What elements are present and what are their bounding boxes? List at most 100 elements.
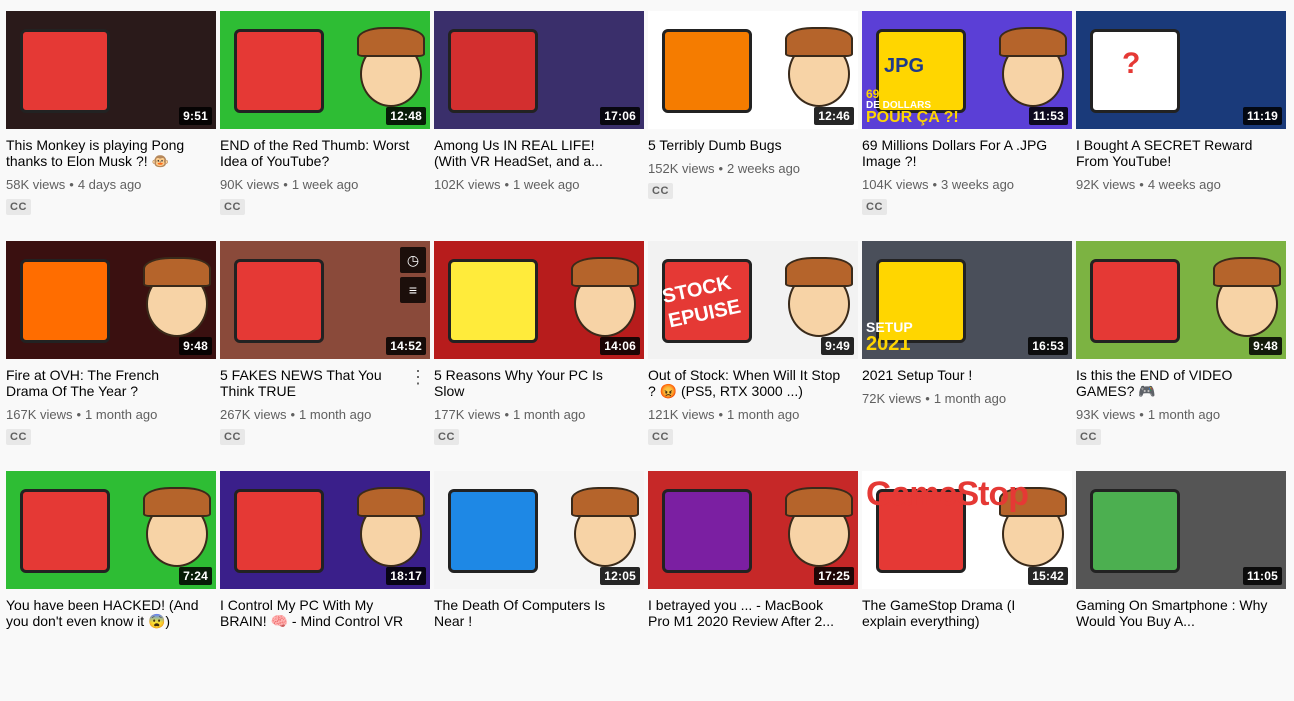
cartoon-hair (143, 257, 211, 287)
video-card[interactable]: 9:51 This Monkey is playing Pong thanks … (6, 11, 216, 241)
video-meta: 102K views • 1 week ago (434, 177, 644, 193)
view-count: 72K views (862, 391, 922, 406)
meta-separator: • (504, 177, 510, 192)
meta-separator: • (718, 161, 724, 176)
duration-badge: 11:19 (1242, 107, 1282, 125)
video-thumbnail[interactable]: 18:17 (220, 471, 430, 589)
upload-age: 4 days ago (77, 177, 142, 192)
duration-badge: 11:53 (1028, 107, 1068, 125)
meta-separator: • (283, 177, 288, 192)
video-thumbnail[interactable]: 12:05 (434, 471, 644, 589)
meta-separator: • (504, 407, 510, 422)
cartoon-hair (999, 27, 1067, 57)
video-card[interactable]: STOCK EPUISE 9:49 Out of Stock: When Will… (648, 241, 858, 471)
thumbnail-graphic (448, 259, 538, 343)
video-thumbnail[interactable]: 12:46 (648, 11, 858, 129)
video-card[interactable]: ? 11:19 I Bought A SECRET Reward From Yo… (1076, 11, 1286, 241)
upload-age: 1 month ago (299, 407, 372, 422)
video-thumbnail[interactable]: 7:24 (6, 471, 216, 589)
thumbnail-graphic (234, 489, 324, 573)
video-thumbnail[interactable]: JPG 69 MILLIONS DE DOLLARS POUR ÇA ?! 11:53 (862, 11, 1072, 129)
video-thumbnail[interactable]: 9:51 (6, 11, 216, 129)
video-title[interactable]: 2021 Setup Tour ! (862, 367, 1072, 383)
cc-badge: CC (648, 183, 673, 199)
more-actions-kebab-icon[interactable]: ⋮ (408, 365, 428, 389)
video-meta: 93K views • 1 month ago (1076, 407, 1286, 423)
cc-badge: CC (862, 199, 887, 215)
video-thumbnail[interactable]: 9:48 (6, 241, 216, 359)
video-card[interactable]: SETUP 2021 16:53 2021 Setup Tour ! 72K vi… (862, 241, 1072, 471)
video-thumbnail[interactable]: 12:48 (220, 11, 430, 129)
thumbnail-graphic (662, 489, 752, 573)
video-thumbnail[interactable]: ? 11:19 (1076, 11, 1286, 129)
cc-badge: CC (220, 429, 245, 445)
video-title[interactable]: Out of Stock: When Will It Stop ? 😡 (PS5… (648, 367, 858, 399)
video-card[interactable]: 9:48 Is this the END of VIDEO GAMES? 🎮 9… (1076, 241, 1286, 471)
video-card[interactable]: JPG 69 MILLIONS DE DOLLARS POUR ÇA ?! 11:53… (862, 11, 1072, 241)
add-to-queue-icon[interactable]: ≡ (400, 277, 426, 303)
video-meta: 58K views • 4 days ago (6, 177, 216, 193)
video-title[interactable]: Is this the END of VIDEO GAMES? 🎮 (1076, 367, 1286, 399)
duration-badge: 14:06 (600, 337, 640, 355)
video-title[interactable]: Gaming On Smartphone : Why Would You Buy… (1076, 597, 1286, 629)
duration-badge: 17:25 (814, 567, 854, 585)
thumbnail-graphic (662, 29, 752, 113)
video-card[interactable]: 17:25 I betrayed you ... - MacBook Pro M… (648, 471, 858, 701)
video-card[interactable]: 14:06 5 Reasons Why Your PC Is Slow 177K… (434, 241, 644, 471)
video-card[interactable]: 12:46 5 Terribly Dumb Bugs 152K views • 2 … (648, 11, 858, 241)
thumbnail-overlay-text: 2021 (866, 333, 911, 355)
video-card[interactable]: 7:24 You have been HACKED! (And you don'… (6, 471, 216, 701)
video-title[interactable]: END of the Red Thumb: Worst Idea of YouT… (220, 137, 430, 169)
view-count: 58K views (6, 177, 66, 192)
upload-age: 1 month ago (727, 407, 800, 422)
video-title[interactable]: Among Us IN REAL LIFE! (With VR HeadSet,… (434, 137, 644, 169)
duration-badge: 16:53 (1028, 337, 1068, 355)
video-card[interactable]: GameStop 15:42 The GameStop Drama (I exp… (862, 471, 1072, 701)
thumbnail-graphic (20, 259, 110, 343)
video-meta: 92K views • 4 weeks ago (1076, 177, 1286, 193)
video-card[interactable]: 9:48 Fire at OVH: The French Drama Of Th… (6, 241, 216, 471)
video-grid: 9:51 This Monkey is playing Pong thanks … (6, 11, 1286, 701)
video-thumbnail[interactable]: 14:06 (434, 241, 644, 359)
video-title[interactable]: 5 Reasons Why Your PC Is Slow (434, 367, 644, 399)
video-thumbnail[interactable]: 9:48 (1076, 241, 1286, 359)
video-title[interactable]: I Control My PC With My BRAIN! 🧠 - Mind … (220, 597, 430, 629)
video-title[interactable]: 5 FAKES NEWS That You Think TRUE (220, 367, 430, 399)
video-title[interactable]: I Bought A SECRET Reward From YouTube! (1076, 137, 1286, 169)
video-card[interactable]: 14:52 ◷ ≡ 5 FAKES NEWS That You Think TR… (220, 241, 430, 471)
cartoon-hair (785, 487, 853, 517)
video-title[interactable]: The GameStop Drama (I explain everything… (862, 597, 1072, 629)
meta-separator: • (925, 391, 930, 406)
duration-badge: 11:05 (1242, 567, 1282, 585)
cc-badge: CC (6, 429, 31, 445)
video-card[interactable]: 12:48 END of the Red Thumb: Worst Idea o… (220, 11, 430, 241)
thumbnail-graphic (1090, 489, 1180, 573)
video-title[interactable]: This Monkey is playing Pong thanks to El… (6, 137, 216, 169)
video-thumbnail[interactable]: GameStop 15:42 (862, 471, 1072, 589)
video-card[interactable]: 18:17 I Control My PC With My BRAIN! 🧠 -… (220, 471, 430, 701)
upload-age: 1 week ago (513, 177, 580, 192)
video-card[interactable]: 11:05 Gaming On Smartphone : Why Would Y… (1076, 471, 1286, 701)
video-title[interactable]: You have been HACKED! (And you don't eve… (6, 597, 216, 629)
video-thumbnail[interactable]: 11:05 (1076, 471, 1286, 589)
video-thumbnail[interactable]: 17:25 (648, 471, 858, 589)
thumbnail-graphic (20, 489, 110, 573)
cartoon-hair (571, 257, 639, 287)
cartoon-hair (357, 27, 425, 57)
video-card[interactable]: 17:06 Among Us IN REAL LIFE! (With VR He… (434, 11, 644, 241)
video-title[interactable]: The Death Of Computers Is Near ! (434, 597, 644, 629)
video-title[interactable]: 5 Terribly Dumb Bugs (648, 137, 858, 153)
duration-badge: 12:46 (814, 107, 854, 125)
video-thumbnail[interactable]: STOCK EPUISE 9:49 (648, 241, 858, 359)
thumbnail-graphic (20, 29, 110, 113)
video-thumbnail[interactable]: 17:06 (434, 11, 644, 129)
video-thumbnail[interactable]: 14:52 ◷ ≡ (220, 241, 430, 359)
video-card[interactable]: 12:05 The Death Of Computers Is Near ! (434, 471, 644, 701)
watch-later-clock-icon[interactable]: ◷ (400, 247, 426, 273)
video-title[interactable]: 69 Millions Dollars For A .JPG Image ?! (862, 137, 1072, 169)
view-count: 177K views (434, 407, 501, 422)
video-title[interactable]: I betrayed you ... - MacBook Pro M1 2020… (648, 597, 858, 629)
view-count: 92K views (1076, 177, 1136, 192)
video-thumbnail[interactable]: SETUP 2021 16:53 (862, 241, 1072, 359)
video-title[interactable]: Fire at OVH: The French Drama Of The Yea… (6, 367, 216, 399)
